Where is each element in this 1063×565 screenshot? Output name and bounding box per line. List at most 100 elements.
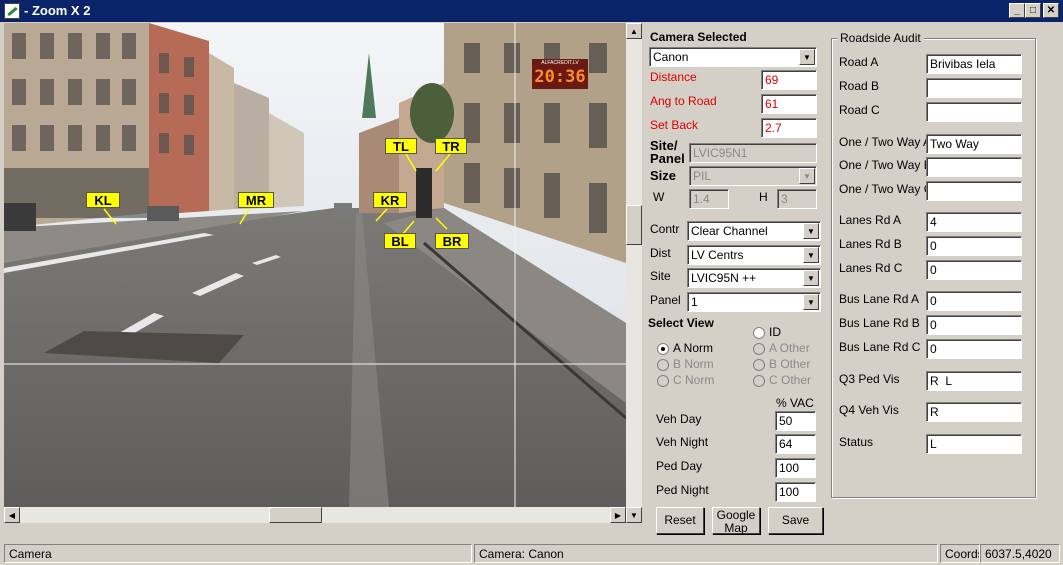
chevron-down-icon[interactable]: ▼ [803, 270, 819, 286]
chevron-down-icon[interactable]: ▼ [803, 294, 819, 310]
camera-selected-heading: Camera Selected [650, 30, 747, 44]
vertical-scroll-thumb[interactable] [626, 205, 642, 245]
one-two-way-a-label: One / Two Way A [839, 135, 932, 149]
close-button[interactable]: ✕ [1043, 3, 1059, 18]
veh-day-field[interactable]: 50 [775, 411, 816, 431]
veh-night-field[interactable]: 64 [775, 434, 816, 454]
camera-image-viewport[interactable]: ALFACREDIT.LV 20:36 KL MR TL TR KR BL BR [4, 23, 626, 507]
bus-lane-rd-c-field[interactable]: 0 [926, 339, 1022, 359]
view-option-b-other-label: B Other [769, 357, 811, 371]
vertical-scrollbar[interactable]: ▲ ▼ [626, 23, 642, 523]
road-b-field[interactable] [926, 78, 1022, 98]
bus-lane-rd-a-field[interactable]: 0 [926, 291, 1022, 311]
site-select[interactable]: LVIC95N ++ ▼ [687, 268, 821, 288]
view-option-b-other: B Other [753, 357, 810, 371]
arrow-right-icon: ▶ [614, 511, 622, 520]
window-title: - Zoom X 2 [24, 3, 91, 18]
marker-br[interactable]: BR [435, 233, 469, 249]
marker-tr[interactable]: TR [435, 138, 467, 154]
lanes-rd-a-field[interactable]: 4 [926, 212, 1022, 232]
set-back-field[interactable]: 2.7 [761, 118, 817, 138]
lanes-rd-c-field[interactable]: 0 [926, 260, 1022, 280]
scroll-right-button[interactable]: ▶ [610, 507, 626, 523]
one-two-way-b-field[interactable] [926, 157, 1022, 177]
horizontal-scroll-thumb[interactable] [269, 507, 322, 523]
roadside-sign-text: ALFACREDIT.LV [541, 60, 579, 66]
radio-icon [753, 374, 765, 387]
radio-icon [753, 358, 765, 371]
ped-day-field[interactable]: 100 [775, 458, 816, 478]
ped-night-field[interactable]: 100 [775, 482, 816, 502]
statusbar-camera: Camera: Canon [474, 544, 938, 563]
width-field: 1.4 [689, 189, 729, 209]
contractor-select-value: Clear Channel [691, 224, 768, 238]
chevron-down-icon[interactable]: ▼ [799, 49, 815, 65]
app-icon[interactable] [4, 3, 20, 19]
dist-label: Dist [650, 246, 671, 260]
one-two-way-c-field[interactable] [926, 181, 1022, 201]
chevron-down-icon[interactable]: ▼ [803, 223, 819, 239]
minimize-button[interactable]: _ [1009, 3, 1025, 18]
marker-bl[interactable]: BL [384, 233, 416, 249]
lanes-rd-a-label: Lanes Rd A [839, 213, 902, 227]
camera-select[interactable]: Canon ▼ [649, 47, 817, 67]
ang-to-road-field[interactable]: 61 [761, 94, 817, 114]
road-c-label: Road C [839, 103, 880, 117]
view-option-c-norm: C Norm [657, 373, 714, 387]
size-label: Size [650, 168, 677, 183]
radio-selected-icon[interactable] [657, 342, 669, 355]
status-label: Status [839, 435, 874, 449]
chevron-down-icon[interactable]: ▼ [803, 247, 819, 263]
view-option-c-other: C Other [753, 373, 811, 387]
one-two-way-a-field[interactable]: Two Way [926, 134, 1022, 154]
minimize-icon: _ [1014, 5, 1020, 16]
q4-veh-vis-field[interactable]: R [926, 402, 1022, 422]
site-panel-field: LVIC95N1 [689, 143, 817, 163]
bus-lane-rd-b-label: Bus Lane Rd B [839, 316, 920, 330]
radio-icon[interactable] [753, 326, 765, 339]
google-map-button[interactable]: Google Map [712, 507, 760, 535]
road-c-field[interactable] [926, 102, 1022, 122]
road-a-field[interactable]: Brivibas Iela [926, 54, 1022, 74]
site-panel-label: Site/ Panel [650, 139, 685, 165]
arrow-down-icon: ▼ [630, 511, 638, 520]
marker-kr[interactable]: KR [373, 192, 407, 208]
q3-ped-vis-label: Q3 Ped Vis [839, 372, 900, 386]
google-map-button-line2: Map [724, 521, 748, 535]
veh-night-label: Veh Night [656, 435, 709, 449]
size-select: PIL ▼ [689, 166, 817, 186]
veh-day-label: Veh Day [656, 412, 702, 426]
maximize-button[interactable]: □ [1025, 3, 1041, 18]
horizontal-scrollbar[interactable]: ◀ ▶ [4, 507, 626, 523]
distance-field[interactable]: 69 [761, 70, 817, 90]
title-bar[interactable]: - Zoom X 2 _ □ ✕ [0, 0, 1063, 22]
panel-select[interactable]: 1 ▼ [687, 292, 821, 312]
dist-select[interactable]: LV Centrs ▼ [687, 245, 821, 265]
height-field: 3 [777, 189, 817, 209]
status-field[interactable]: L [926, 434, 1022, 454]
camera-select-value: Canon [653, 50, 689, 64]
scroll-left-button[interactable]: ◀ [4, 507, 20, 523]
scroll-down-button[interactable]: ▼ [626, 507, 642, 523]
arrow-left-icon: ◀ [8, 511, 16, 520]
distance-label: Distance [650, 70, 697, 84]
view-option-a-other-label: A Other [769, 341, 810, 355]
bus-lane-rd-c-label: Bus Lane Rd C [839, 340, 921, 354]
site-label: Site [650, 269, 671, 283]
contractor-select[interactable]: Clear Channel ▼ [687, 221, 821, 241]
q4-veh-vis-label: Q4 Veh Vis [839, 403, 899, 417]
bus-lane-rd-b-field[interactable]: 0 [926, 315, 1022, 335]
marker-tl[interactable]: TL [385, 138, 417, 154]
statusbar-coords-label: Coords [940, 544, 980, 563]
scroll-up-button[interactable]: ▲ [626, 23, 642, 39]
view-option-id-label: ID [769, 325, 781, 339]
save-button[interactable]: Save [768, 507, 823, 534]
lanes-rd-b-field[interactable]: 0 [926, 236, 1022, 256]
view-option-a-norm[interactable]: A Norm [657, 341, 713, 355]
marker-kl[interactable]: KL [86, 192, 120, 208]
q3-ped-vis-field[interactable]: R L [926, 371, 1022, 391]
reset-button[interactable]: Reset [656, 507, 704, 534]
view-option-id[interactable]: ID [753, 325, 781, 339]
marker-mr[interactable]: MR [238, 192, 274, 208]
bus-lane-rd-a-label: Bus Lane Rd A [839, 292, 920, 306]
